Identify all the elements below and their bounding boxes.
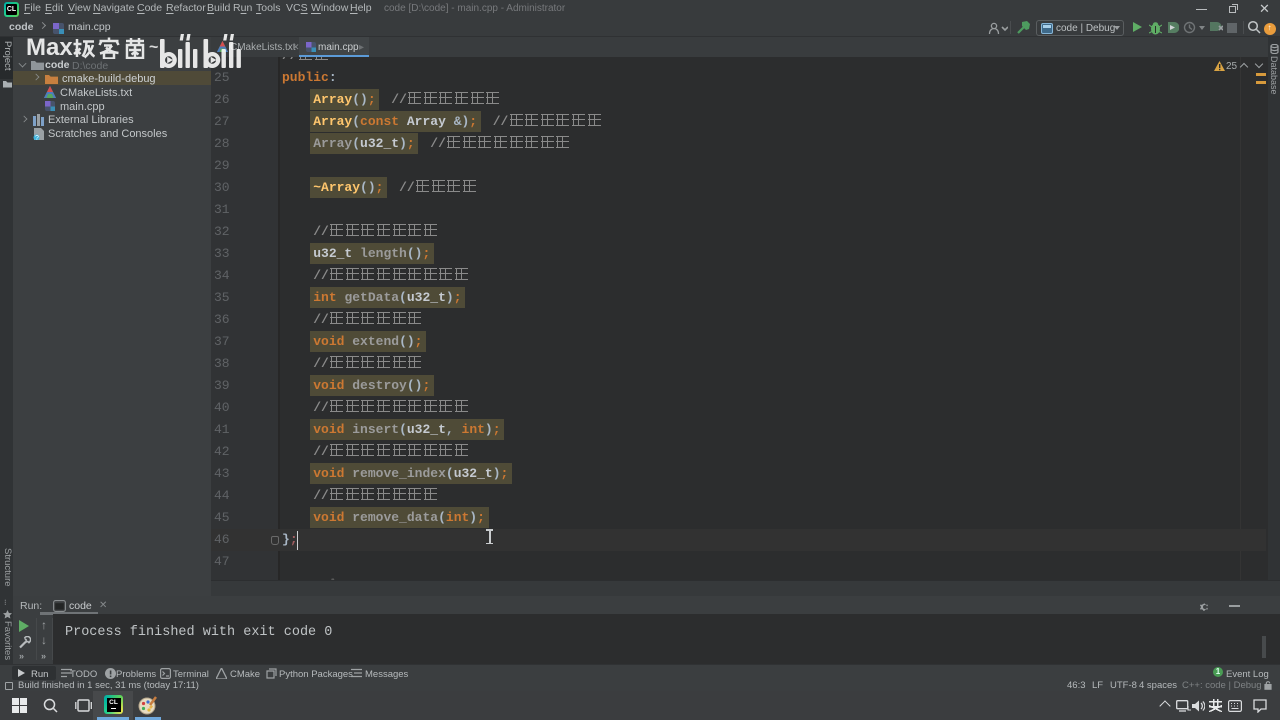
svg-text:?: ?	[35, 135, 39, 140]
